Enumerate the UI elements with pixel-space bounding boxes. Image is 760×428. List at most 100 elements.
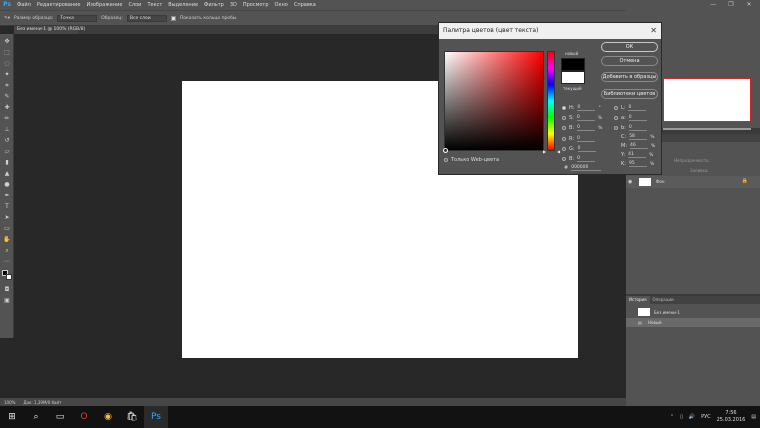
tray-arrow-icon[interactable]: ⌃ [670, 414, 674, 420]
layer-row[interactable]: ◉ Фон 🔒 [626, 176, 760, 188]
stamp-tool-icon[interactable]: ⊥ [3, 126, 11, 133]
dodge-tool-icon[interactable]: ● [3, 181, 11, 188]
cyan-field[interactable]: 58 [629, 134, 648, 140]
eraser-tool-icon[interactable]: ▱ [3, 148, 11, 155]
history-snapshot-row[interactable]: Без имени-1 [626, 306, 760, 318]
black-field[interactable]: 95 [628, 161, 647, 167]
blur-tool-icon[interactable]: ▲ [3, 170, 11, 177]
move-tool-icon[interactable]: ✥ [3, 38, 11, 45]
store-icon[interactable]: 🛍 [120, 406, 144, 428]
hue-slider[interactable] [547, 51, 555, 151]
volume-icon[interactable]: 🔊 [689, 414, 695, 420]
eye-icon[interactable]: ◉ [628, 179, 632, 185]
windows-start-icon[interactable]: ⊞ [0, 406, 24, 428]
show-ring-checkbox[interactable] [170, 15, 176, 21]
chrome-icon[interactable]: ◉ [96, 406, 120, 428]
hand-tool-icon[interactable]: ✋ [3, 236, 11, 243]
task-view-icon[interactable]: ▭ [48, 406, 72, 428]
current-color-swatch[interactable] [561, 71, 585, 84]
quick-mask-icon[interactable]: ◘ [3, 286, 11, 293]
eyedropper-icon[interactable]: ✎ [3, 93, 11, 100]
navigator-zoom-slider[interactable] [663, 128, 751, 130]
network-icon[interactable]: ▯ [680, 414, 683, 420]
pen-tool-icon[interactable]: ✒ [3, 192, 11, 199]
restore-button[interactable]: ❐ [722, 0, 740, 10]
dialog-close-icon[interactable]: ✕ [650, 23, 657, 39]
hue-slider-handle-left[interactable]: ▶ [543, 149, 546, 154]
green-field[interactable]: 0 [577, 146, 596, 152]
lab-a-field[interactable]: 0 [628, 115, 647, 121]
type-tool-icon[interactable]: T [3, 203, 11, 210]
menu-edit[interactable]: Редактирование [34, 2, 84, 8]
close-button[interactable]: ✕ [740, 0, 758, 10]
zoom-tool-icon[interactable]: ⌕ [3, 247, 11, 254]
language-indicator[interactable]: РУС [701, 414, 711, 420]
menu-help[interactable]: Справка [291, 2, 319, 8]
clock[interactable]: 7:56 25.03.2016 [717, 410, 746, 424]
cancel-button[interactable]: Отмена [601, 56, 658, 66]
photoshop-taskbar-icon[interactable]: Ps [144, 406, 168, 428]
tab-actions[interactable]: Операции [650, 296, 677, 304]
saturation-brightness-field[interactable] [444, 51, 544, 151]
brightness-field[interactable]: 0 [577, 125, 596, 131]
web-only-checkbox[interactable] [444, 158, 448, 162]
ok-button[interactable]: ОК [601, 42, 658, 52]
lab-a-radio[interactable] [614, 116, 618, 120]
crop-tool-icon[interactable]: ⌗ [3, 82, 11, 89]
screen-mode-icon[interactable]: ▣ [3, 297, 11, 304]
sample-size-select[interactable]: Точка [57, 14, 98, 22]
magic-wand-tool-icon[interactable]: ✦ [3, 71, 11, 78]
blue-radio[interactable] [562, 157, 566, 161]
red-radio[interactable] [562, 137, 566, 141]
lab-b-field[interactable]: 0 [628, 125, 647, 131]
shape-tool-icon[interactable]: ▭ [3, 225, 11, 232]
menu-select[interactable]: Выделение [165, 2, 201, 8]
menu-image[interactable]: Изображение [83, 2, 125, 8]
document-tab[interactable]: Без имени-1 @ 100% (RGB/8) [14, 26, 85, 34]
magenta-field[interactable]: 46 [630, 143, 648, 149]
tab-history[interactable]: История [626, 296, 650, 304]
hex-field[interactable]: 000000 [571, 165, 602, 171]
brush-tool-icon[interactable]: ✏ [3, 115, 11, 122]
hue-field[interactable]: 0 [577, 105, 596, 111]
healing-brush-icon[interactable]: ✚ [3, 104, 11, 111]
notifications-icon[interactable]: ▤ [751, 414, 756, 420]
menu-view[interactable]: Просмотр [240, 2, 272, 8]
opera-icon[interactable]: O [72, 406, 96, 428]
lab-b-radio[interactable] [614, 126, 618, 130]
blue-field[interactable]: 0 [577, 156, 596, 162]
minimize-button[interactable]: — [704, 0, 722, 10]
gradient-tool-icon[interactable]: ▮ [3, 159, 11, 166]
lasso-tool-icon[interactable]: ◌ [3, 60, 11, 67]
lab-l-field[interactable]: 0 [628, 105, 647, 111]
hue-slider-handle-right[interactable]: ◀ [557, 149, 560, 154]
yellow-field[interactable]: 41 [628, 152, 647, 158]
sample-select[interactable]: Все слои [126, 14, 167, 22]
menu-window[interactable]: Окно [272, 2, 291, 8]
menu-3d[interactable]: 3D [227, 2, 240, 8]
lab-l-radio[interactable] [614, 106, 618, 110]
background-color-swatch[interactable] [6, 274, 12, 280]
hue-radio[interactable] [562, 106, 566, 110]
saturation-radio[interactable] [562, 116, 566, 120]
zoom-level[interactable]: 100% [4, 400, 15, 405]
history-step-row[interactable]: ▤ Новый [626, 318, 760, 327]
saturation-field[interactable]: 0 [576, 115, 595, 121]
menu-file[interactable]: Файл [14, 2, 34, 8]
history-brush-icon[interactable]: ↺ [3, 137, 11, 144]
add-to-swatches-button[interactable]: Добавить в образцы [601, 72, 658, 82]
menu-layers[interactable]: Слои [125, 2, 144, 8]
green-radio[interactable] [562, 147, 566, 151]
navigator-preview[interactable] [663, 78, 751, 122]
red-field[interactable]: 0 [577, 136, 596, 142]
menu-filter[interactable]: Фильтр [201, 2, 227, 8]
more-tools-icon[interactable]: ⋯ [3, 258, 11, 265]
menu-type[interactable]: Текст [144, 2, 165, 8]
marquee-tool-icon[interactable]: ⬚ [3, 49, 11, 56]
color-picker-cursor[interactable] [443, 148, 448, 153]
color-libraries-button[interactable]: Библиотеки цветов [601, 89, 658, 99]
brightness-radio[interactable] [562, 126, 566, 130]
eyedropper-tool-icon[interactable]: ✎▾ [4, 16, 10, 21]
path-selection-icon[interactable]: ➤ [3, 214, 11, 221]
search-icon[interactable]: ⌕ [24, 406, 48, 428]
